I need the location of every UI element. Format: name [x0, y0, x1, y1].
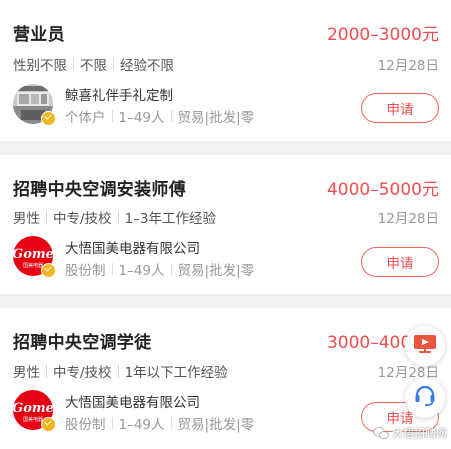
divider [73, 57, 74, 71]
job-requirements: 男性 中专/技校 1–3年工作经验 [13, 207, 216, 227]
company-meta: 股份制 1–49人 贸易|批发|零 [65, 413, 254, 433]
divider [170, 417, 172, 429]
divider [113, 57, 114, 71]
gome-logo-subtext: 国美电器 [23, 416, 43, 423]
req-gender: 性别不限 [13, 58, 67, 74]
company-type: 股份制 [65, 417, 106, 433]
apply-button[interactable]: 申请 [361, 247, 439, 277]
job-card[interactable]: 营业员 2000–3000元 性别不限 不限 经验不限 12月28日 鲸喜礼伴手… [0, 0, 451, 141]
job-title: 营业员 [13, 25, 65, 45]
verified-badge-icon [41, 417, 56, 432]
divider [111, 110, 113, 122]
company-name[interactable]: 大悟国美电器有限公司 [65, 237, 200, 257]
live-screen-button[interactable] [405, 326, 445, 366]
company-type: 个体户 [65, 110, 106, 126]
company-type: 股份制 [65, 263, 106, 279]
verified-badge-icon [41, 263, 56, 278]
live-screen-icon [413, 333, 437, 359]
req-experience: 1年以下工作经验 [124, 365, 228, 381]
req-experience: 经验不限 [120, 58, 174, 74]
divider [117, 210, 119, 224]
divider [170, 263, 172, 275]
wechat-icon [373, 426, 389, 440]
company-logo: Gome 国美电器 [13, 390, 56, 432]
divider [111, 263, 113, 275]
customer-service-icon [413, 384, 437, 412]
req-gender: 男性 [13, 365, 40, 381]
job-requirements: 性别不限 不限 经验不限 [13, 54, 174, 74]
job-salary: 2000–3000元 [326, 25, 439, 45]
verified-badge-icon [41, 111, 56, 126]
divider [117, 364, 119, 378]
company-industry: 贸易|批发|零 [177, 110, 255, 126]
gome-logo-text: Gome [13, 401, 53, 416]
req-education: 不限 [80, 58, 107, 74]
post-date: 12月28日 [377, 58, 439, 74]
job-salary: 4000–5000元 [326, 180, 439, 200]
job-title: 招聘中央空调学徒 [13, 333, 152, 353]
divider [170, 110, 172, 122]
job-requirements: 男性 中专/技校 1年以下工作经验 [13, 361, 228, 381]
post-date: 12月28日 [377, 211, 439, 227]
req-gender: 男性 [13, 211, 40, 227]
watermark-text: 大悟招聘网 [392, 427, 447, 440]
gome-logo-text: Gome [13, 247, 53, 262]
customer-service-button[interactable] [405, 378, 445, 418]
company-logo: Gome 国美电器 [13, 236, 56, 278]
company-meta: 个体户 1–49人 贸易|批发|零 [65, 106, 254, 126]
req-education: 中专/技校 [53, 365, 112, 381]
apply-button[interactable]: 申请 [361, 93, 439, 123]
watermark: 大悟招聘网 [373, 425, 447, 441]
company-logo [13, 84, 56, 126]
divider [46, 364, 47, 378]
company-meta: 股份制 1–49人 贸易|批发|零 [65, 259, 254, 279]
company-size: 1–49人 [118, 110, 165, 126]
job-card[interactable]: 招聘中央空调安装师傅 4000–5000元 男性 中专/技校 1–3年工作经验 … [0, 155, 451, 294]
divider [111, 417, 113, 429]
company-size: 1–49人 [118, 263, 165, 279]
divider [46, 210, 47, 224]
company-name[interactable]: 鲸喜礼伴手礼定制 [65, 84, 173, 104]
req-education: 中专/技校 [53, 211, 112, 227]
company-industry: 贸易|批发|零 [177, 263, 255, 279]
req-experience: 1–3年工作经验 [124, 211, 216, 227]
company-industry: 贸易|批发|零 [177, 417, 255, 433]
job-title: 招聘中央空调安装师傅 [13, 180, 186, 200]
gome-logo-subtext: 国美电器 [23, 262, 43, 269]
company-name[interactable]: 大悟国美电器有限公司 [65, 391, 200, 411]
company-size: 1–49人 [118, 417, 165, 433]
